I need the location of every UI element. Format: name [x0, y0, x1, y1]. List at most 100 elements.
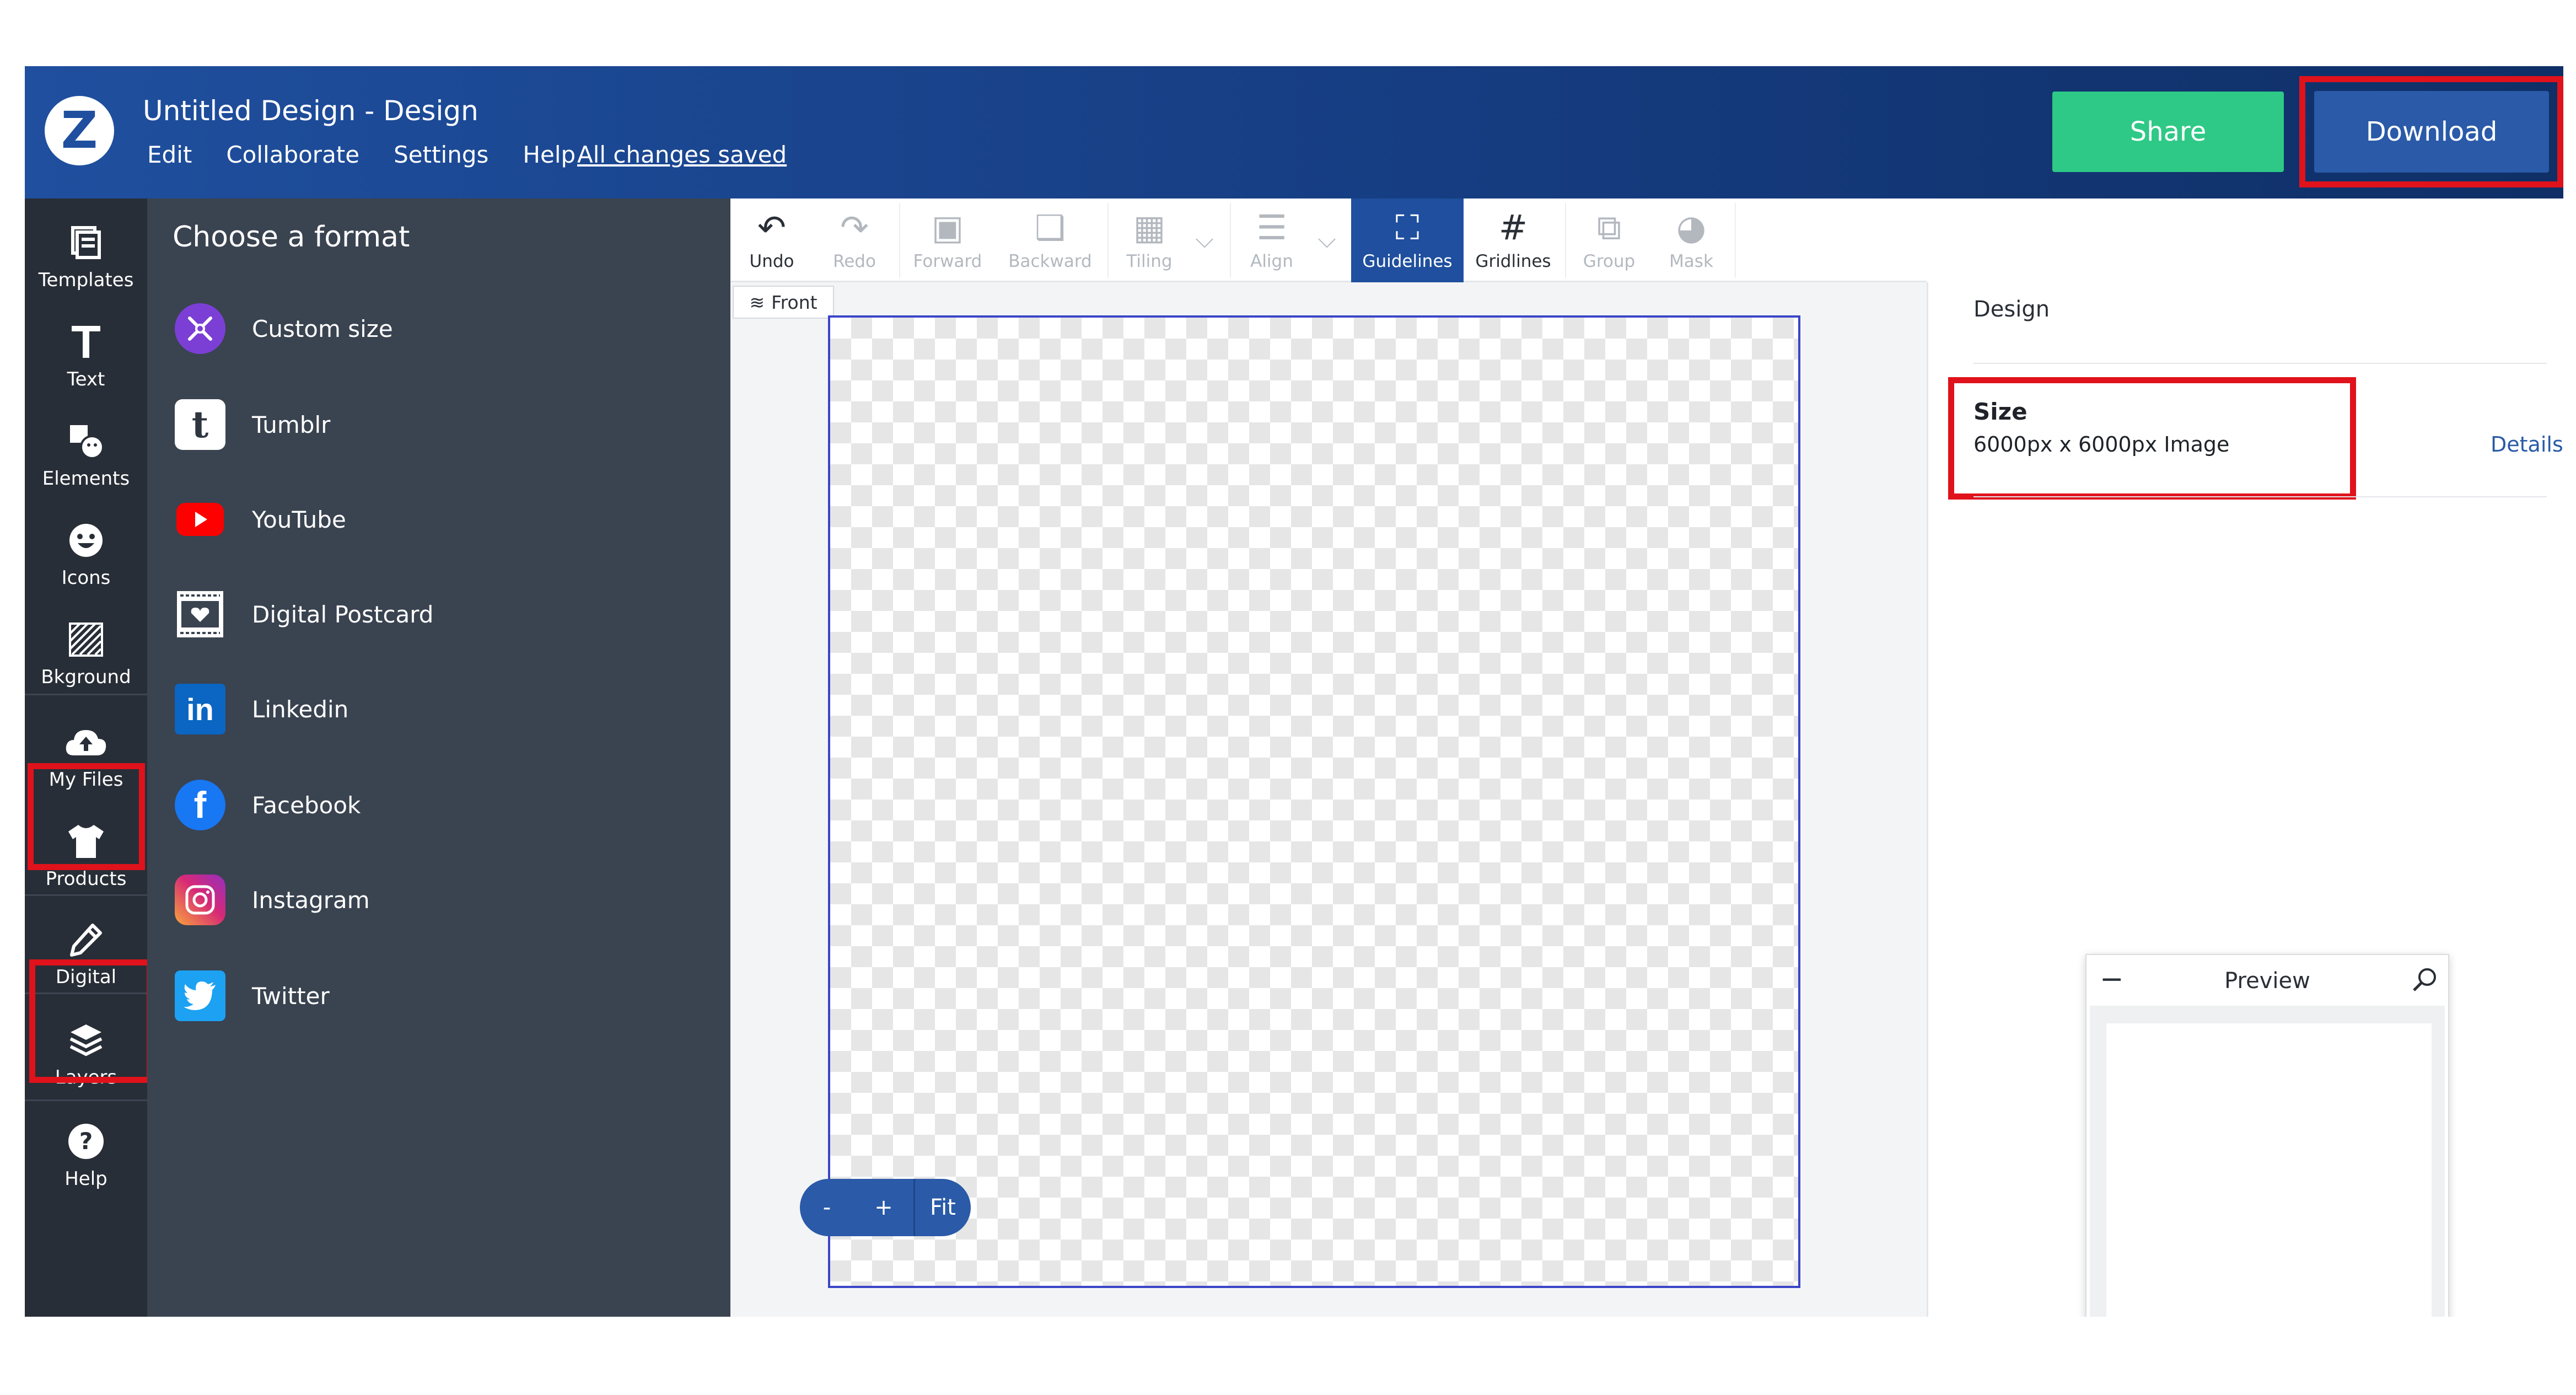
forward-button[interactable]: ▣ Forward [901, 198, 994, 282]
main-menu: Edit Collaborate Settings Help [147, 141, 576, 168]
rail-item-bkground[interactable]: Bkground [25, 604, 147, 698]
format-label: Twitter [252, 983, 330, 1010]
toolbar-divider [1230, 203, 1231, 278]
redo-button[interactable]: ↷ Redo [813, 198, 896, 282]
zoom-fit-button[interactable]: Fit [913, 1179, 971, 1236]
rail-label: Text [67, 368, 105, 390]
gridlines-label: Gridlines [1475, 251, 1551, 271]
gridlines-toggle[interactable]: # Gridlines [1464, 198, 1563, 282]
preview-image [2106, 1023, 2432, 1317]
menu-help[interactable]: Help [523, 141, 576, 168]
rail-item-elements[interactable]: Elements [25, 406, 147, 500]
front-side-tab[interactable]: ≋ Front [733, 286, 834, 319]
toolbar-divider [1735, 203, 1736, 278]
format-item-youtube[interactable]: YouTube [175, 490, 704, 556]
format-item-linkedin[interactable]: in Linkedin [175, 679, 704, 745]
format-item-twitter[interactable]: Twitter [175, 966, 704, 1032]
search-icon[interactable] [2412, 966, 2438, 992]
rail-item-icons[interactable]: Icons [25, 505, 147, 599]
backward-button[interactable]: ❑ Backward [995, 198, 1105, 282]
menu-edit[interactable]: Edit [147, 141, 192, 168]
format-item-custom-size[interactable]: Custom size [175, 299, 704, 365]
rail-divider [25, 1099, 147, 1101]
chevron-down-icon: ⌵ [1317, 226, 1336, 254]
menu-settings[interactable]: Settings [394, 141, 488, 168]
guidelines-icon: ⛶ [1395, 207, 1419, 248]
rail-divider [25, 894, 147, 896]
rail-item-help[interactable]: ? Help [25, 1106, 147, 1200]
rail-item-text[interactable]: Text [25, 307, 147, 400]
mask-icon: ◕ [1676, 207, 1707, 248]
text-icon [64, 320, 108, 364]
size-details-link[interactable]: Details ▸ [2491, 432, 2563, 457]
group-button[interactable]: ⧉ Group [1568, 198, 1650, 282]
properties-title: Design [1973, 297, 2050, 322]
save-status-link[interactable]: All changes saved [577, 141, 787, 168]
instagram-icon [175, 874, 225, 925]
zoom-out-button[interactable]: - [800, 1179, 854, 1236]
guidelines-toggle[interactable]: ⛶ Guidelines [1351, 198, 1464, 282]
preview-window: − Preview [2085, 954, 2449, 1317]
youtube-icon [175, 494, 225, 545]
format-item-tumblr[interactable]: t Tumblr [175, 395, 704, 461]
backward-label: Backward [1008, 251, 1092, 271]
help-icon: ? [64, 1119, 108, 1163]
redo-label: Redo [833, 251, 876, 271]
top-header: Z Untitled Design - Design Edit Collabor… [25, 66, 2563, 198]
rail-item-templates[interactable]: Templates [25, 207, 147, 301]
format-panel: Choose a format Custom size t Tumblr You… [147, 198, 730, 1317]
panel-divider [1973, 363, 2547, 364]
facebook-icon: f [175, 780, 225, 830]
forward-icon: ▣ [931, 207, 964, 248]
rail-label: Templates [38, 269, 134, 291]
undo-label: Undo [749, 251, 794, 271]
templates-icon [64, 221, 108, 265]
share-button[interactable]: Share [2052, 92, 2284, 172]
zoom-controls: - + Fit [800, 1179, 971, 1236]
format-label: Facebook [252, 792, 361, 819]
group-icon: ⧉ [1596, 207, 1622, 248]
mask-label: Mask [1669, 251, 1713, 271]
tumblr-icon: t [175, 399, 225, 450]
format-label: Custom size [252, 315, 393, 342]
format-item-facebook[interactable]: f Facebook [175, 775, 704, 841]
layers-icon: ≋ [749, 291, 765, 313]
preview-header: − Preview [2086, 955, 2448, 1006]
zazzle-logo-icon[interactable]: Z [45, 96, 114, 165]
format-panel-title: Choose a format [173, 221, 410, 254]
tiling-icon: ▦ [1133, 207, 1166, 248]
size-value: 6000px x 6000px Image [1973, 432, 2230, 457]
download-highlight-box: Download [2299, 76, 2563, 187]
canvas-workspace: ≋ Front - + Fit [730, 282, 1927, 1317]
chevron-down-icon: ⌵ [1195, 226, 1214, 254]
format-label: YouTube [252, 506, 346, 533]
toolbar-divider [1565, 203, 1566, 278]
forward-label: Forward [913, 251, 982, 271]
edit-toolbar: ↶ Undo ↷ Redo ▣ Forward ❑ Backward ▦ Til… [730, 198, 1927, 282]
design-canvas[interactable] [828, 315, 1800, 1288]
align-dropdown[interactable]: ☰ Align ⌵ [1233, 198, 1349, 282]
format-label: Linkedin [252, 696, 349, 723]
app-window: Z Untitled Design - Design Edit Collabor… [25, 66, 2563, 1317]
my-files-highlight-box [28, 763, 145, 870]
background-icon [64, 618, 108, 662]
tiling-dropdown[interactable]: ▦ Tiling ⌵ [1111, 198, 1227, 282]
zoom-in-button[interactable]: + [854, 1179, 913, 1236]
size-label: Size [1973, 398, 2028, 425]
align-icon: ☰ [1256, 207, 1287, 248]
format-item-instagram[interactable]: Instagram [175, 870, 704, 936]
menu-collaborate[interactable]: Collaborate [226, 141, 359, 168]
tiling-label: Tiling [1126, 251, 1173, 271]
toolbar-divider [1107, 203, 1109, 278]
redo-icon: ↷ [840, 207, 869, 248]
mask-button[interactable]: ◕ Mask [1650, 198, 1733, 282]
download-button[interactable]: Download [2314, 91, 2549, 173]
align-label: Align [1250, 251, 1293, 271]
format-label: Instagram [252, 887, 370, 914]
custom-size-icon [175, 303, 225, 354]
undo-button[interactable]: ↶ Undo [730, 198, 813, 282]
group-label: Group [1583, 251, 1636, 271]
format-item-digital-postcard[interactable]: Digital Postcard [175, 584, 704, 651]
rail-label: Help [64, 1168, 107, 1190]
smiley-icon [64, 518, 108, 562]
